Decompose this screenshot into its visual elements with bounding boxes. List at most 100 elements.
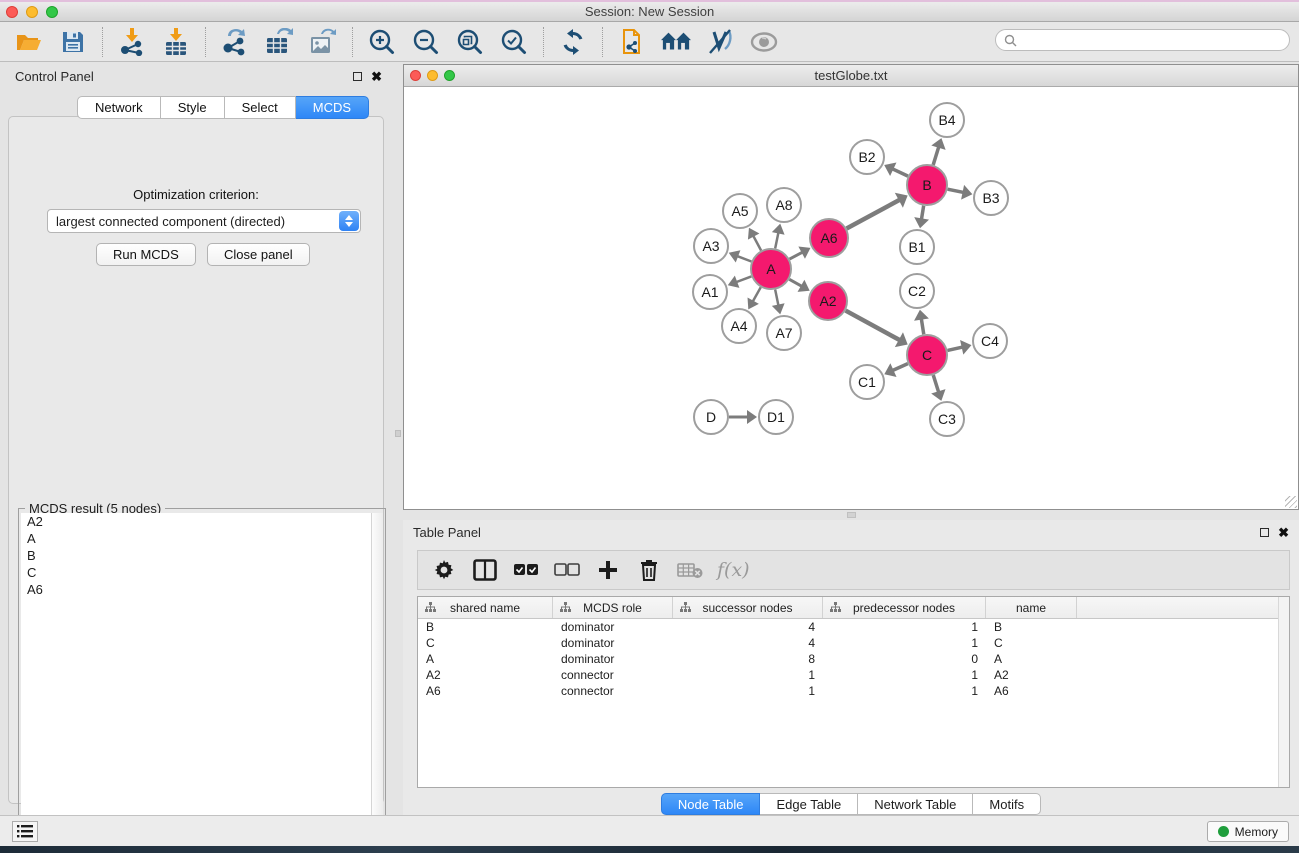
- graph-edge[interactable]: [789, 279, 802, 286]
- table-cell[interactable]: dominator: [553, 636, 673, 650]
- table-cell[interactable]: dominator: [553, 652, 673, 666]
- table-scrollbar[interactable]: [1278, 597, 1289, 787]
- resize-grip[interactable]: [1285, 496, 1297, 508]
- graph-edge[interactable]: [790, 252, 803, 259]
- zoom-selected-icon[interactable]: [499, 27, 529, 57]
- table-row[interactable]: A2connector11A2: [418, 667, 1289, 683]
- graph-node-B3[interactable]: B3: [974, 181, 1008, 215]
- graph-node-A[interactable]: A: [751, 249, 791, 289]
- export-image-icon[interactable]: [308, 27, 338, 57]
- graph-node-D[interactable]: D: [694, 400, 728, 434]
- add-icon[interactable]: [594, 556, 622, 584]
- graph-node-B2[interactable]: B2: [850, 140, 884, 174]
- tab-network-table[interactable]: Network Table: [858, 793, 973, 815]
- zoom-in-icon[interactable]: [367, 27, 397, 57]
- close-panel-button[interactable]: Close panel: [207, 243, 310, 266]
- graph-node-A6[interactable]: A6: [810, 219, 848, 257]
- graph-node-A1[interactable]: A1: [693, 275, 727, 309]
- home-icon[interactable]: [661, 27, 691, 57]
- import-table-icon[interactable]: [161, 27, 191, 57]
- tab-node-table[interactable]: Node Table: [661, 793, 761, 815]
- graph-node-B4[interactable]: B4: [930, 103, 964, 137]
- duplicate-network-icon[interactable]: [617, 27, 647, 57]
- column-header[interactable]: successor nodes: [673, 597, 823, 618]
- tab-select[interactable]: Select: [225, 96, 296, 119]
- horizontal-splitter[interactable]: [403, 511, 1299, 520]
- graph-edge[interactable]: [737, 256, 751, 261]
- table-cell[interactable]: A: [986, 652, 1077, 666]
- graph-node-B1[interactable]: B1: [900, 230, 934, 264]
- table-cell[interactable]: dominator: [553, 620, 673, 634]
- table-cell[interactable]: C: [986, 636, 1077, 650]
- result-list-item[interactable]: C: [21, 564, 383, 581]
- table-cell[interactable]: C: [418, 636, 553, 650]
- graph-node-A8[interactable]: A8: [767, 188, 801, 222]
- refresh-icon[interactable]: [558, 27, 588, 57]
- node-table[interactable]: shared nameMCDS rolesuccessor nodesprede…: [417, 596, 1290, 788]
- graph-node-C3[interactable]: C3: [930, 402, 964, 436]
- float-panel-icon[interactable]: [1260, 528, 1269, 537]
- table-cell[interactable]: 4: [673, 636, 823, 650]
- graph-edge[interactable]: [847, 200, 900, 229]
- graph-edge[interactable]: [921, 206, 923, 220]
- export-network-icon[interactable]: [220, 27, 250, 57]
- graph-edge[interactable]: [892, 169, 908, 176]
- graph-node-A4[interactable]: A4: [722, 309, 756, 343]
- table-cell[interactable]: A6: [986, 684, 1077, 698]
- deselect-all-icon[interactable]: [553, 556, 581, 584]
- graph-node-D1[interactable]: D1: [759, 400, 793, 434]
- column-header[interactable]: predecessor nodes: [823, 597, 986, 618]
- network-minimize-button[interactable]: [427, 70, 438, 81]
- graph-node-C2[interactable]: C2: [900, 274, 934, 308]
- graph-edge[interactable]: [893, 364, 908, 371]
- graph-node-A3[interactable]: A3: [694, 229, 728, 263]
- table-cell[interactable]: 1: [823, 684, 986, 698]
- graph-node-A5[interactable]: A5: [723, 194, 757, 228]
- table-cell[interactable]: A2: [418, 668, 553, 682]
- tab-mcds[interactable]: MCDS: [296, 96, 369, 119]
- network-canvas[interactable]: B4B2BB3A5A8A6A3B1AA1C2A2A4A7CC4C1C3DD1: [404, 87, 1298, 509]
- vertical-splitter[interactable]: [392, 62, 403, 815]
- column-header[interactable]: MCDS role: [553, 597, 673, 618]
- graph-edge[interactable]: [933, 375, 938, 392]
- close-panel-icon[interactable]: ✖: [371, 72, 382, 81]
- graph-edge[interactable]: [921, 319, 923, 335]
- network-window-titlebar[interactable]: testGlobe.txt: [404, 65, 1298, 87]
- table-cell[interactable]: 8: [673, 652, 823, 666]
- mcds-result-list[interactable]: A2ABCA6: [21, 513, 383, 848]
- network-graph[interactable]: B4B2BB3A5A8A6A3B1AA1C2A2A4A7CC4C1C3DD1: [404, 87, 1298, 509]
- search-input[interactable]: [1022, 33, 1281, 47]
- graph-node-B[interactable]: B: [907, 165, 947, 205]
- graph-edge[interactable]: [947, 347, 962, 350]
- graph-edge[interactable]: [948, 189, 964, 192]
- result-list-item[interactable]: A2: [21, 513, 383, 530]
- result-list-item[interactable]: A: [21, 530, 383, 547]
- eye-icon[interactable]: [749, 27, 779, 57]
- table-cell[interactable]: B: [986, 620, 1077, 634]
- close-panel-icon[interactable]: ✖: [1278, 528, 1289, 537]
- open-session-icon[interactable]: [14, 27, 44, 57]
- select-all-icon[interactable]: [512, 556, 540, 584]
- table-cell[interactable]: 1: [823, 668, 986, 682]
- table-cell[interactable]: connector: [553, 684, 673, 698]
- column-header[interactable]: shared name: [418, 597, 553, 618]
- graph-edge[interactable]: [736, 276, 751, 282]
- table-cell[interactable]: B: [418, 620, 553, 634]
- close-window-button[interactable]: [6, 6, 18, 18]
- table-cell[interactable]: 1: [823, 636, 986, 650]
- export-table-icon[interactable]: [264, 27, 294, 57]
- table-cell[interactable]: 1: [673, 668, 823, 682]
- table-row[interactable]: Adominator80A: [418, 651, 1289, 667]
- zoom-fit-icon[interactable]: [455, 27, 485, 57]
- task-history-button[interactable]: [12, 821, 38, 842]
- graph-node-A7[interactable]: A7: [767, 316, 801, 350]
- graph-node-C4[interactable]: C4: [973, 324, 1007, 358]
- table-cell[interactable]: 1: [823, 620, 986, 634]
- column-header[interactable]: name: [986, 597, 1077, 618]
- table-cell[interactable]: A2: [986, 668, 1077, 682]
- table-cell[interactable]: 1: [673, 684, 823, 698]
- graph-edge[interactable]: [775, 232, 778, 248]
- graph-edge[interactable]: [775, 290, 778, 306]
- graph-edge[interactable]: [753, 236, 761, 251]
- run-mcds-button[interactable]: Run MCDS: [96, 243, 196, 266]
